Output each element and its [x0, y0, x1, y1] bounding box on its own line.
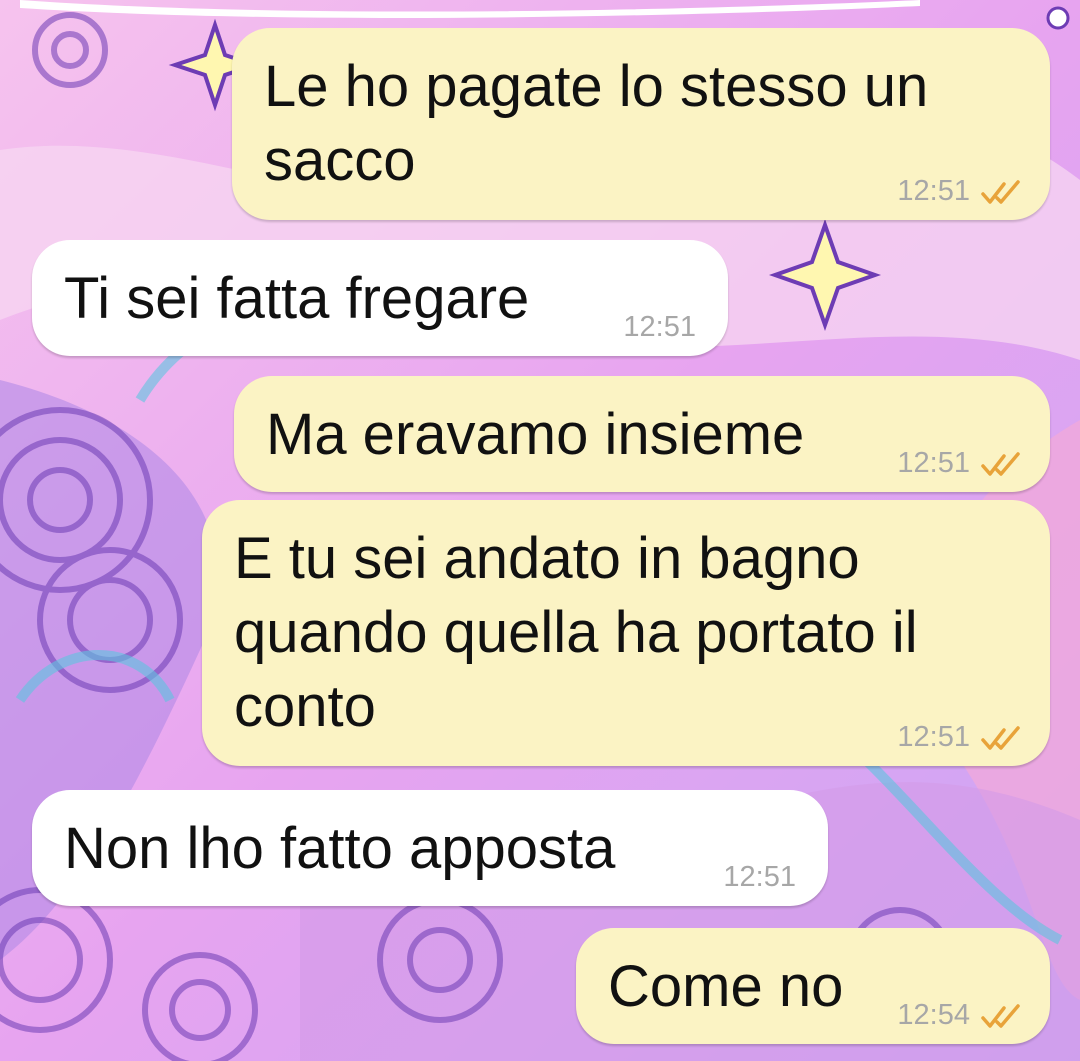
- message-bubble-outgoing[interactable]: Ma eravamo insieme 12:51: [234, 376, 1050, 492]
- message-text: Non lho fatto apposta: [64, 816, 616, 881]
- double-check-icon: [981, 725, 1020, 750]
- message-meta: 12:51: [897, 175, 1024, 208]
- double-check-icon: [981, 179, 1020, 204]
- message-bubble-outgoing[interactable]: Le ho pagate lo stesso un sacco 12:51: [232, 28, 1050, 220]
- message-bubble-outgoing[interactable]: Come no 12:54: [576, 928, 1050, 1044]
- message-meta: 12:51: [623, 311, 696, 344]
- message-time: 12:51: [897, 447, 970, 479]
- message-bubble-incoming[interactable]: Non lho fatto apposta 12:51: [32, 790, 828, 906]
- message-text: Come no: [608, 954, 844, 1019]
- message-text: E tu sei andato in bagno quando quella h…: [234, 526, 918, 739]
- message-text: Ti sei fatta fregare: [64, 266, 530, 331]
- double-check-icon: [981, 451, 1020, 476]
- message-time: 12:51: [623, 311, 696, 343]
- message-text: Ma eravamo insieme: [266, 402, 805, 467]
- message-bubble-incoming[interactable]: Ti sei fatta fregare 12:51: [32, 240, 728, 356]
- message-bubble-outgoing[interactable]: E tu sei andato in bagno quando quella h…: [202, 500, 1050, 766]
- message-time: 12:51: [723, 861, 796, 893]
- message-meta: 12:54: [897, 999, 1024, 1032]
- message-time: 12:51: [897, 175, 970, 207]
- message-meta: 12:51: [897, 721, 1024, 754]
- message-text: Le ho pagate lo stesso un sacco: [264, 54, 929, 193]
- message-meta: 12:51: [897, 447, 1024, 480]
- message-meta: 12:51: [723, 861, 796, 894]
- message-time: 12:51: [897, 721, 970, 753]
- double-check-icon: [981, 1003, 1020, 1028]
- message-time: 12:54: [897, 999, 970, 1031]
